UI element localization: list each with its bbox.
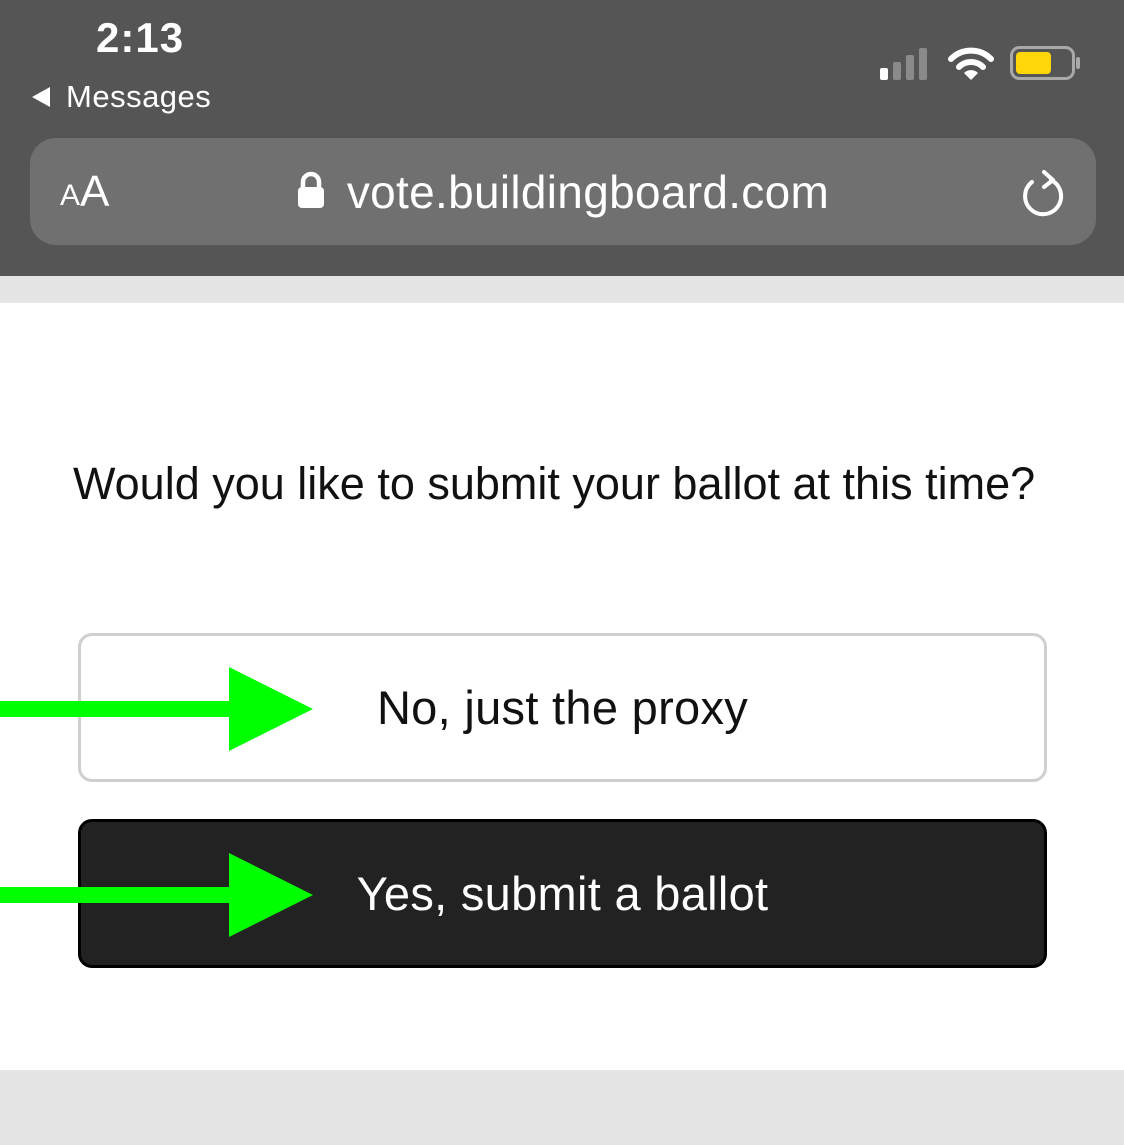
back-link-label: Messages [66,79,212,114]
battery-icon [1010,46,1080,80]
address-bar[interactable]: A A vote.buildingboard.com [30,138,1096,245]
yes-submit-ballot-label: Yes, submit a ballot [356,867,769,920]
url-text: vote.buildingboard.com [346,165,830,218]
text-size-large-label: A [80,166,110,216]
back-to-messages-link[interactable]: Messages [32,78,211,116]
no-just-proxy-button[interactable]: No, just the proxy [78,633,1047,782]
back-triangle-icon [32,87,50,107]
ballot-question: Would you like to submit your ballot at … [73,458,1036,509]
wifi-icon [948,47,994,80]
text-size-small-label: A [60,178,81,212]
status-icons [880,44,1082,84]
browser-chrome: 2:13 Messages A A vote.buildingboard.com [0,0,1124,276]
page-content: Would you like to submit your ballot at … [0,303,1124,1070]
lock-icon [297,171,324,208]
status-time: 2:13 [96,14,185,61]
reload-icon[interactable] [1018,168,1068,220]
url-display: vote.buildingboard.com [30,138,1096,245]
cellular-signal-icon [880,48,927,80]
no-just-proxy-label: No, just the proxy [376,681,749,734]
yes-submit-ballot-button[interactable]: Yes, submit a ballot [78,819,1047,968]
text-size-button[interactable]: A A [60,138,109,245]
